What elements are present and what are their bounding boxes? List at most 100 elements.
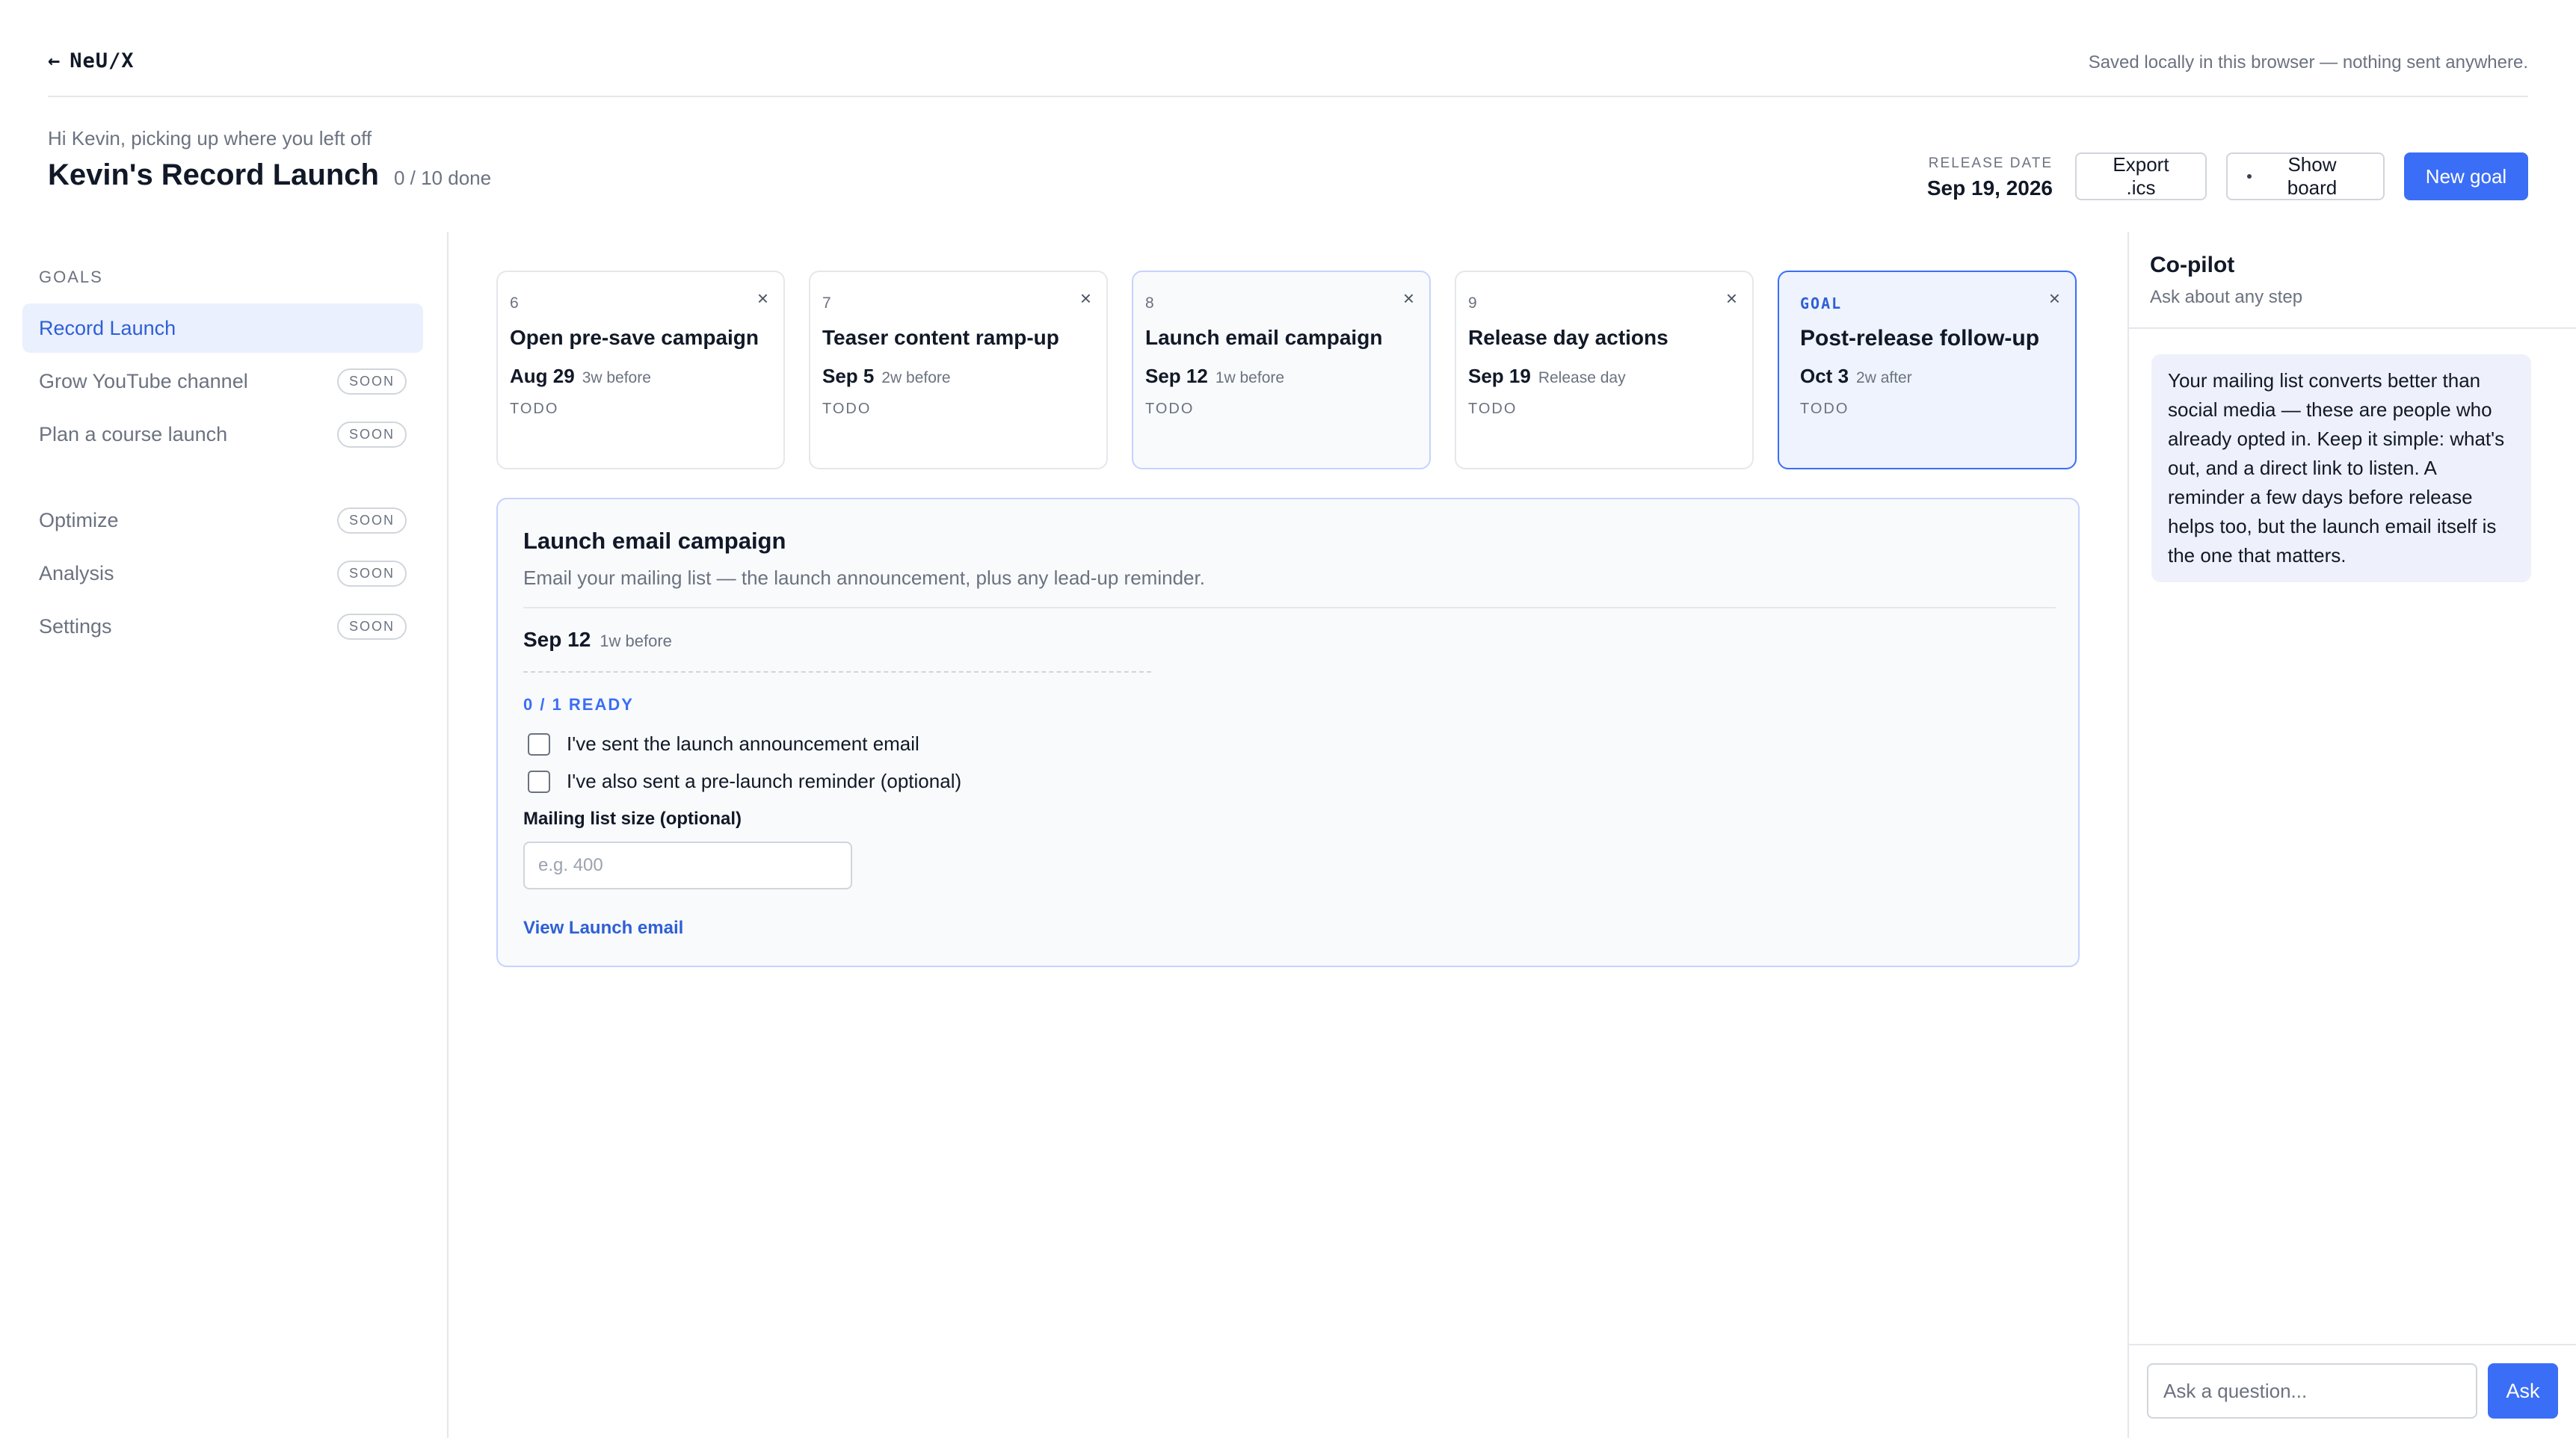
- step-status: TODO: [1468, 401, 1517, 417]
- soon-badge: SOON: [336, 613, 407, 640]
- page-title: Kevin's Record Launch: [48, 158, 379, 191]
- step-status: TODO: [822, 401, 872, 417]
- sidebar-item-grow-youtube[interactable]: Grow YouTube channel SOON: [22, 357, 423, 406]
- checkbox[interactable]: [528, 732, 550, 756]
- step-number: 6: [510, 294, 519, 312]
- greeting: Hi Kevin, picking up where you left off: [48, 127, 372, 149]
- step-number: 7: [822, 294, 831, 312]
- local-save-note: Saved locally in this browser — nothing …: [2088, 52, 2528, 72]
- step-date-value: Aug 29: [510, 365, 575, 387]
- step-date-value: Sep 12: [1145, 365, 1208, 387]
- brand-name[interactable]: NeU/X: [70, 49, 134, 72]
- step-status: TODO: [1145, 401, 1195, 417]
- sidebar-item-optimize[interactable]: Optimize SOON: [22, 496, 423, 545]
- copilot-subtitle: Ask about any step: [2150, 287, 2303, 307]
- show-board-label: Show board: [2287, 153, 2338, 199]
- step-relative: 2w after: [1856, 369, 1912, 386]
- sidebar-item-settings[interactable]: Settings SOON: [22, 602, 423, 651]
- checkbox[interactable]: [528, 770, 550, 793]
- step-card-7[interactable]: 7 × Teaser content ramp-up Sep 5 2w befor…: [809, 271, 1108, 469]
- detail-date-value: Sep 12: [523, 628, 591, 651]
- soon-badge: SOON: [336, 421, 407, 448]
- step-date: Sep 12 1w before: [1145, 365, 1284, 388]
- dot-icon: [2247, 174, 2252, 179]
- sidebar-item-label: Grow YouTube channel: [39, 369, 248, 392]
- dashed-divider: [523, 671, 1151, 673]
- checklist-item[interactable]: I've also sent a pre-launch reminder (op…: [528, 770, 961, 793]
- release-date-value: Sep 19, 2026: [1926, 176, 2053, 200]
- step-title: Launch email campaign: [1145, 326, 1383, 349]
- checklist-item[interactable]: I've sent the launch announcement email: [528, 732, 919, 756]
- copilot-question-input[interactable]: [2147, 1363, 2477, 1419]
- step-relative: 2w before: [881, 369, 951, 386]
- detail-relative: 1w before: [600, 632, 672, 650]
- sidebar-divider: [447, 232, 449, 1438]
- page-title-row: Kevin's Record Launch 0 / 10 done: [48, 158, 491, 192]
- step-card-6[interactable]: 6 × Open pre-save campaign Aug 29 3w befo…: [496, 271, 785, 469]
- soon-badge: SOON: [336, 560, 407, 587]
- close-icon[interactable]: ×: [2049, 287, 2060, 310]
- copilot-divider: [2127, 232, 2129, 1438]
- step-detail-panel: Launch email campaign Email your mailing…: [496, 498, 2080, 967]
- show-board-button[interactable]: Show board: [2226, 152, 2385, 200]
- goals-heading: GOALS: [39, 268, 103, 286]
- goal-tag: GOAL: [1800, 294, 1843, 312]
- copilot-message: Your mailing list converts better than s…: [2151, 354, 2531, 582]
- step-title: Teaser content ramp-up: [822, 326, 1059, 349]
- checklist-label: I've also sent a pre-launch reminder (op…: [567, 770, 962, 792]
- step-number: 8: [1145, 294, 1154, 312]
- detail-description: Email your mailing list — the launch ann…: [523, 567, 1205, 589]
- soon-badge: SOON: [336, 507, 407, 534]
- divider: [2129, 327, 2576, 329]
- ready-count: 0 / 1 READY: [523, 695, 634, 714]
- top-bar: ← NeU/X Saved locally in this browser — …: [48, 45, 2528, 97]
- brand-link[interactable]: ← NeU/X: [48, 49, 135, 72]
- step-date: Oct 3 2w after: [1800, 365, 1912, 388]
- soon-badge: SOON: [336, 368, 407, 395]
- divider: [523, 607, 2056, 608]
- step-date-value: Oct 3: [1800, 365, 1849, 387]
- step-date-value: Sep 5: [822, 365, 875, 387]
- progress-count: 0 / 10 done: [393, 167, 492, 189]
- mailing-list-size-label: Mailing list size (optional): [523, 809, 742, 829]
- copilot-title: Co-pilot: [2150, 253, 2235, 277]
- ask-button[interactable]: Ask: [2488, 1363, 2558, 1419]
- sidebar-item-label: Settings: [39, 614, 112, 638]
- step-date-value: Sep 19: [1468, 365, 1531, 387]
- step-card-9[interactable]: 9 × Release day actions Sep 19 Release da…: [1455, 271, 1754, 469]
- release-date-label: RELEASE DATE: [1928, 155, 2053, 171]
- close-icon[interactable]: ×: [1080, 287, 1091, 310]
- sidebar-item-label: Record Launch: [39, 316, 176, 339]
- step-title: Open pre-save campaign: [510, 326, 759, 349]
- sidebar-item-course-launch[interactable]: Plan a course launch SOON: [22, 410, 423, 459]
- step-date: Sep 19 Release day: [1468, 365, 1626, 388]
- sidebar-item-label: Plan a course launch: [39, 422, 228, 445]
- step-title: Post-release follow-up: [1800, 326, 2040, 351]
- mailing-list-size-input[interactable]: [523, 842, 852, 889]
- step-number: 9: [1468, 294, 1477, 312]
- step-status: TODO: [1800, 401, 1849, 417]
- sidebar-item-record-launch[interactable]: Record Launch: [22, 303, 423, 353]
- step-relative: 3w before: [582, 369, 651, 386]
- step-title: Release day actions: [1468, 326, 1668, 349]
- step-date: Sep 5 2w before: [822, 365, 951, 388]
- close-icon[interactable]: ×: [757, 287, 768, 310]
- divider: [2129, 1344, 2576, 1345]
- sidebar: GOALS Record Launch Grow YouTube channel…: [22, 268, 423, 655]
- step-relative: 1w before: [1215, 369, 1285, 386]
- step-status: TODO: [510, 401, 559, 417]
- sidebar-item-analysis[interactable]: Analysis SOON: [22, 549, 423, 598]
- step-date: Aug 29 3w before: [510, 365, 651, 388]
- step-card-goal[interactable]: GOAL × Post-release follow-up Oct 3 2w af…: [1778, 271, 2077, 469]
- export-ics-button[interactable]: Export .ics: [2075, 152, 2207, 200]
- sidebar-item-label: Analysis: [39, 561, 114, 584]
- new-goal-button[interactable]: New goal: [2404, 152, 2528, 200]
- close-icon[interactable]: ×: [1403, 287, 1414, 310]
- detail-title: Launch email campaign: [523, 528, 786, 554]
- checklist-label: I've sent the launch announcement email: [567, 732, 919, 755]
- back-arrow-icon[interactable]: ←: [48, 49, 61, 72]
- view-launch-email-link[interactable]: View Launch email: [523, 918, 683, 939]
- close-icon[interactable]: ×: [1726, 287, 1737, 310]
- step-card-8[interactable]: 8 × Launch email campaign Sep 12 1w befor…: [1132, 271, 1431, 469]
- step-relative: Release day: [1538, 369, 1626, 386]
